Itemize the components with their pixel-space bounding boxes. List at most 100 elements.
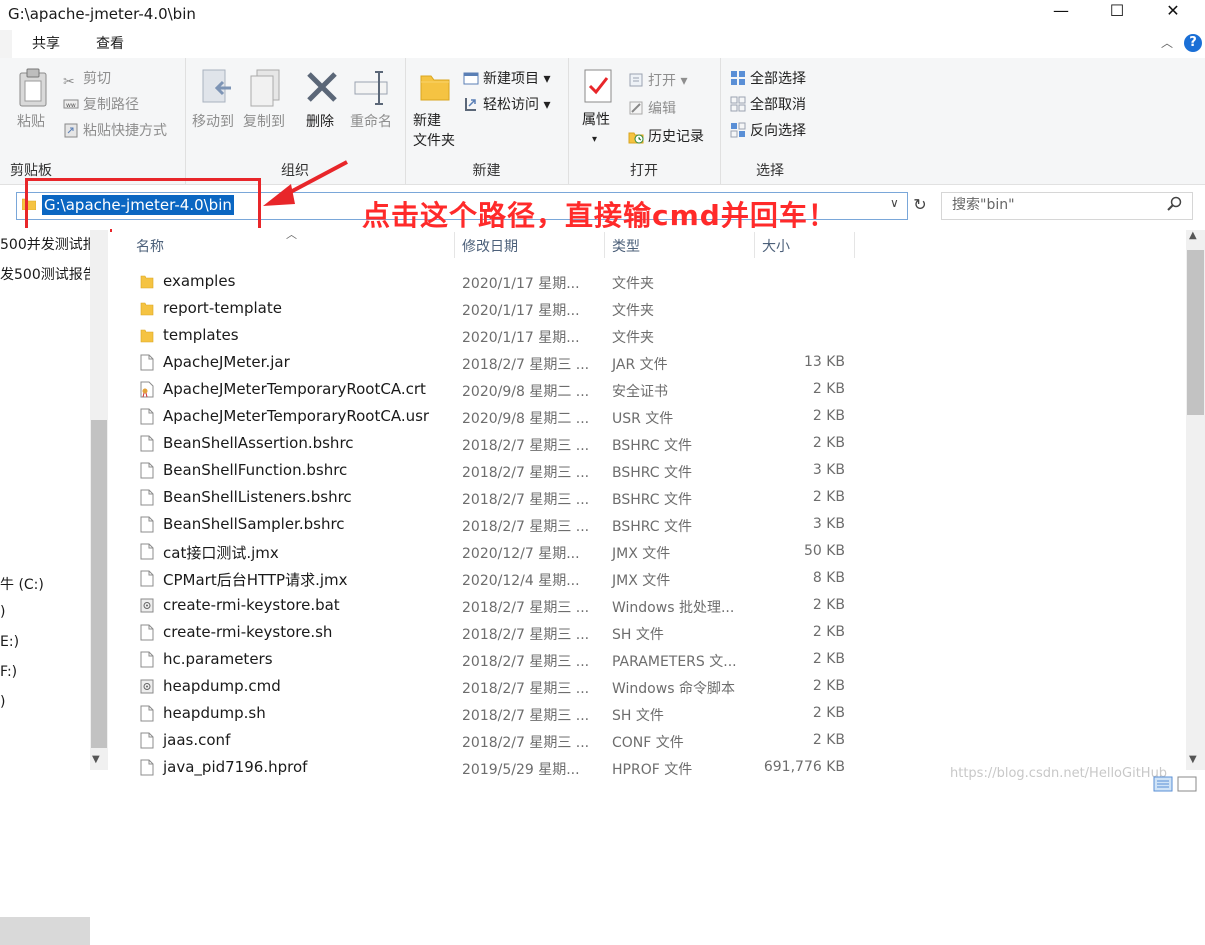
column-date[interactable]: 修改日期 xyxy=(462,236,518,256)
file-size: 8 KB xyxy=(812,570,845,586)
new-item-button[interactable]: 新建项目 ▾ xyxy=(463,68,550,88)
file-row[interactable]: jaas.conf 2018/2/7 星期三 ... CONF 文件 2 KB xyxy=(112,727,1182,754)
file-date: 2018/2/7 星期三 ... xyxy=(462,627,590,643)
search-input[interactable] xyxy=(950,196,1154,214)
file-row[interactable]: CPMart后台HTTP请求.jmx 2020/12/4 星期... JMX 文件 8… xyxy=(112,565,1182,592)
file-row[interactable]: create-rmi-keystore.bat 2018/2/7 星期三 ... W… xyxy=(112,592,1182,619)
file-row[interactable]: BeanShellAssertion.bshrc 2018/2/7 星期三 ...… xyxy=(112,430,1182,457)
file-row[interactable]: create-rmi-keystore.sh 2018/2/7 星期三 ... SH… xyxy=(112,619,1182,646)
column-type[interactable]: 类型 xyxy=(612,236,640,256)
properties-button[interactable]: 属性 ▾ xyxy=(582,111,610,149)
file-row[interactable]: templates 2020/1/17 星期... 文件夹 xyxy=(112,322,1182,349)
paste-icon xyxy=(19,68,47,107)
history-button[interactable]: 历史记录 xyxy=(628,126,704,146)
copy-path-button[interactable]: ww 复制路径 xyxy=(63,94,139,114)
help-icon[interactable]: ? xyxy=(1184,34,1202,52)
easy-access-label: 轻松访问 xyxy=(483,97,539,113)
file-row[interactable]: BeanShellListeners.bshrc 2018/2/7 星期三 ...… xyxy=(112,484,1182,511)
properties-icon xyxy=(584,69,612,103)
file-date: 2018/2/7 星期三 ... xyxy=(462,735,590,751)
file-name: BeanShellSampler.bshrc xyxy=(163,515,345,533)
easy-access-button[interactable]: 轻松访问 ▾ xyxy=(463,94,550,114)
script-icon xyxy=(140,597,154,614)
file-name: ApacheJMeter.jar xyxy=(163,353,290,371)
file-size: 2 KB xyxy=(812,381,845,397)
column-divider[interactable] xyxy=(454,232,455,258)
open-button[interactable]: 打开 ▾ xyxy=(628,70,687,90)
search-icon[interactable] xyxy=(1167,196,1183,212)
file-row[interactable]: report-template 2020/1/17 星期... 文件夹 xyxy=(112,295,1182,322)
select-all-button[interactable]: 全部选择 xyxy=(730,68,806,88)
nav-item-drive[interactable]: F:) xyxy=(0,664,17,680)
address-dropdown-icon[interactable]: ∨ xyxy=(890,196,899,210)
nav-item-drive[interactable]: 牛 (C:) xyxy=(0,574,44,594)
file-icon xyxy=(140,516,154,533)
edit-label: 编辑 xyxy=(648,101,676,117)
edit-button[interactable]: 编辑 xyxy=(628,98,676,118)
paste-shortcut-button[interactable]: 粘贴快捷方式 xyxy=(63,120,167,140)
folder-icon xyxy=(140,273,154,290)
column-header: 名称 修改日期 类型 大小 xyxy=(112,228,1182,260)
nav-item-drive[interactable]: ) xyxy=(0,694,5,710)
file-row[interactable]: cat接口测试.jmx 2020/12/7 星期... JMX 文件 50 KB xyxy=(112,538,1182,565)
new-folder-label-line1: 新建 xyxy=(413,113,441,129)
tab-view[interactable]: 查看 xyxy=(80,30,140,58)
paste-button[interactable]: 粘贴 xyxy=(17,111,45,131)
column-divider[interactable] xyxy=(604,232,605,258)
file-row[interactable]: heapdump.cmd 2018/2/7 星期三 ... Windows 命令脚本… xyxy=(112,673,1182,700)
scroll-up-icon[interactable]: ▲ xyxy=(1189,230,1197,241)
window-title: G:\apache-jmeter-4.0\bin xyxy=(8,5,196,23)
file-row[interactable]: heapdump.sh 2018/2/7 星期三 ... SH 文件 2 KB xyxy=(112,700,1182,727)
nav-scroll-down-icon[interactable]: ▼ xyxy=(92,754,100,765)
tab-share[interactable]: 共享 xyxy=(16,30,76,58)
invert-selection-button[interactable]: 反向选择 xyxy=(730,120,806,140)
refresh-icon[interactable]: ↻ xyxy=(910,194,930,216)
script-icon xyxy=(140,678,154,695)
file-name: create-rmi-keystore.bat xyxy=(163,596,340,614)
cut-label: 剪切 xyxy=(83,71,111,87)
nav-item-drive[interactable]: ) xyxy=(0,604,5,620)
tab-file[interactable] xyxy=(0,30,12,58)
open-label: 打开 xyxy=(648,73,676,89)
file-date: 2020/1/17 星期... xyxy=(462,276,580,292)
file-date: 2018/2/7 星期三 ... xyxy=(462,681,590,697)
file-type: CONF 文件 xyxy=(612,735,684,751)
select-none-button[interactable]: 全部取消 xyxy=(730,94,806,114)
select-all-label: 全部选择 xyxy=(750,71,806,87)
file-row[interactable]: hc.parameters 2018/2/7 星期三 ... PARAMETERS … xyxy=(112,646,1182,673)
view-toggle-icon[interactable] xyxy=(1150,776,1200,792)
sort-ascending-icon: ︿ xyxy=(286,228,297,241)
scroll-down-icon[interactable]: ▼ xyxy=(1189,754,1197,765)
file-list-scrollbar-thumb[interactable] xyxy=(1187,250,1204,415)
file-icon xyxy=(140,462,154,479)
move-to-button[interactable]: 移动到 xyxy=(192,111,234,131)
nav-item-drive[interactable]: E:) xyxy=(0,634,19,650)
nav-scrollbar-thumb[interactable] xyxy=(91,420,107,748)
close-button[interactable]: ✕ xyxy=(1150,0,1196,30)
search-box[interactable] xyxy=(941,192,1193,220)
minimize-button[interactable]: — xyxy=(1038,0,1084,30)
group-label-select: 选择 xyxy=(756,163,784,179)
file-row[interactable]: ApacheJMeterTemporaryRootCA.crt 2020/9/8 … xyxy=(112,376,1182,403)
nav-item[interactable]: 发500测试报告 xyxy=(0,264,97,284)
file-type: HPROF 文件 xyxy=(612,762,693,778)
file-icon xyxy=(140,543,154,560)
file-row[interactable]: BeanShellFunction.bshrc 2018/2/7 星期三 ... B… xyxy=(112,457,1182,484)
maximize-button[interactable]: ☐ xyxy=(1094,0,1140,30)
new-folder-button[interactable]: 新建 文件夹 xyxy=(413,111,455,151)
ribbon-collapse-icon[interactable]: ︿ xyxy=(1158,34,1176,52)
file-row[interactable]: BeanShellSampler.bshrc 2018/2/7 星期三 ... BS… xyxy=(112,511,1182,538)
nav-item[interactable]: 500并发测试报 xyxy=(0,234,97,254)
column-size[interactable]: 大小 xyxy=(762,236,790,256)
column-divider[interactable] xyxy=(754,232,755,258)
rename-button[interactable]: 重命名 xyxy=(350,111,392,131)
file-row[interactable]: examples 2020/1/17 星期... 文件夹 xyxy=(112,268,1182,295)
copy-to-button[interactable]: 复制到 xyxy=(243,111,285,131)
nav-selected-highlight xyxy=(0,917,90,945)
cut-button[interactable]: ✂ 剪切 xyxy=(63,68,111,90)
delete-button[interactable]: 删除 xyxy=(306,111,334,131)
column-divider[interactable] xyxy=(854,232,855,258)
column-name[interactable]: 名称 xyxy=(136,236,164,256)
file-row[interactable]: ApacheJMeterTemporaryRootCA.usr 2020/9/8 … xyxy=(112,403,1182,430)
file-row[interactable]: ApacheJMeter.jar 2018/2/7 星期三 ... JAR 文件 13… xyxy=(112,349,1182,376)
